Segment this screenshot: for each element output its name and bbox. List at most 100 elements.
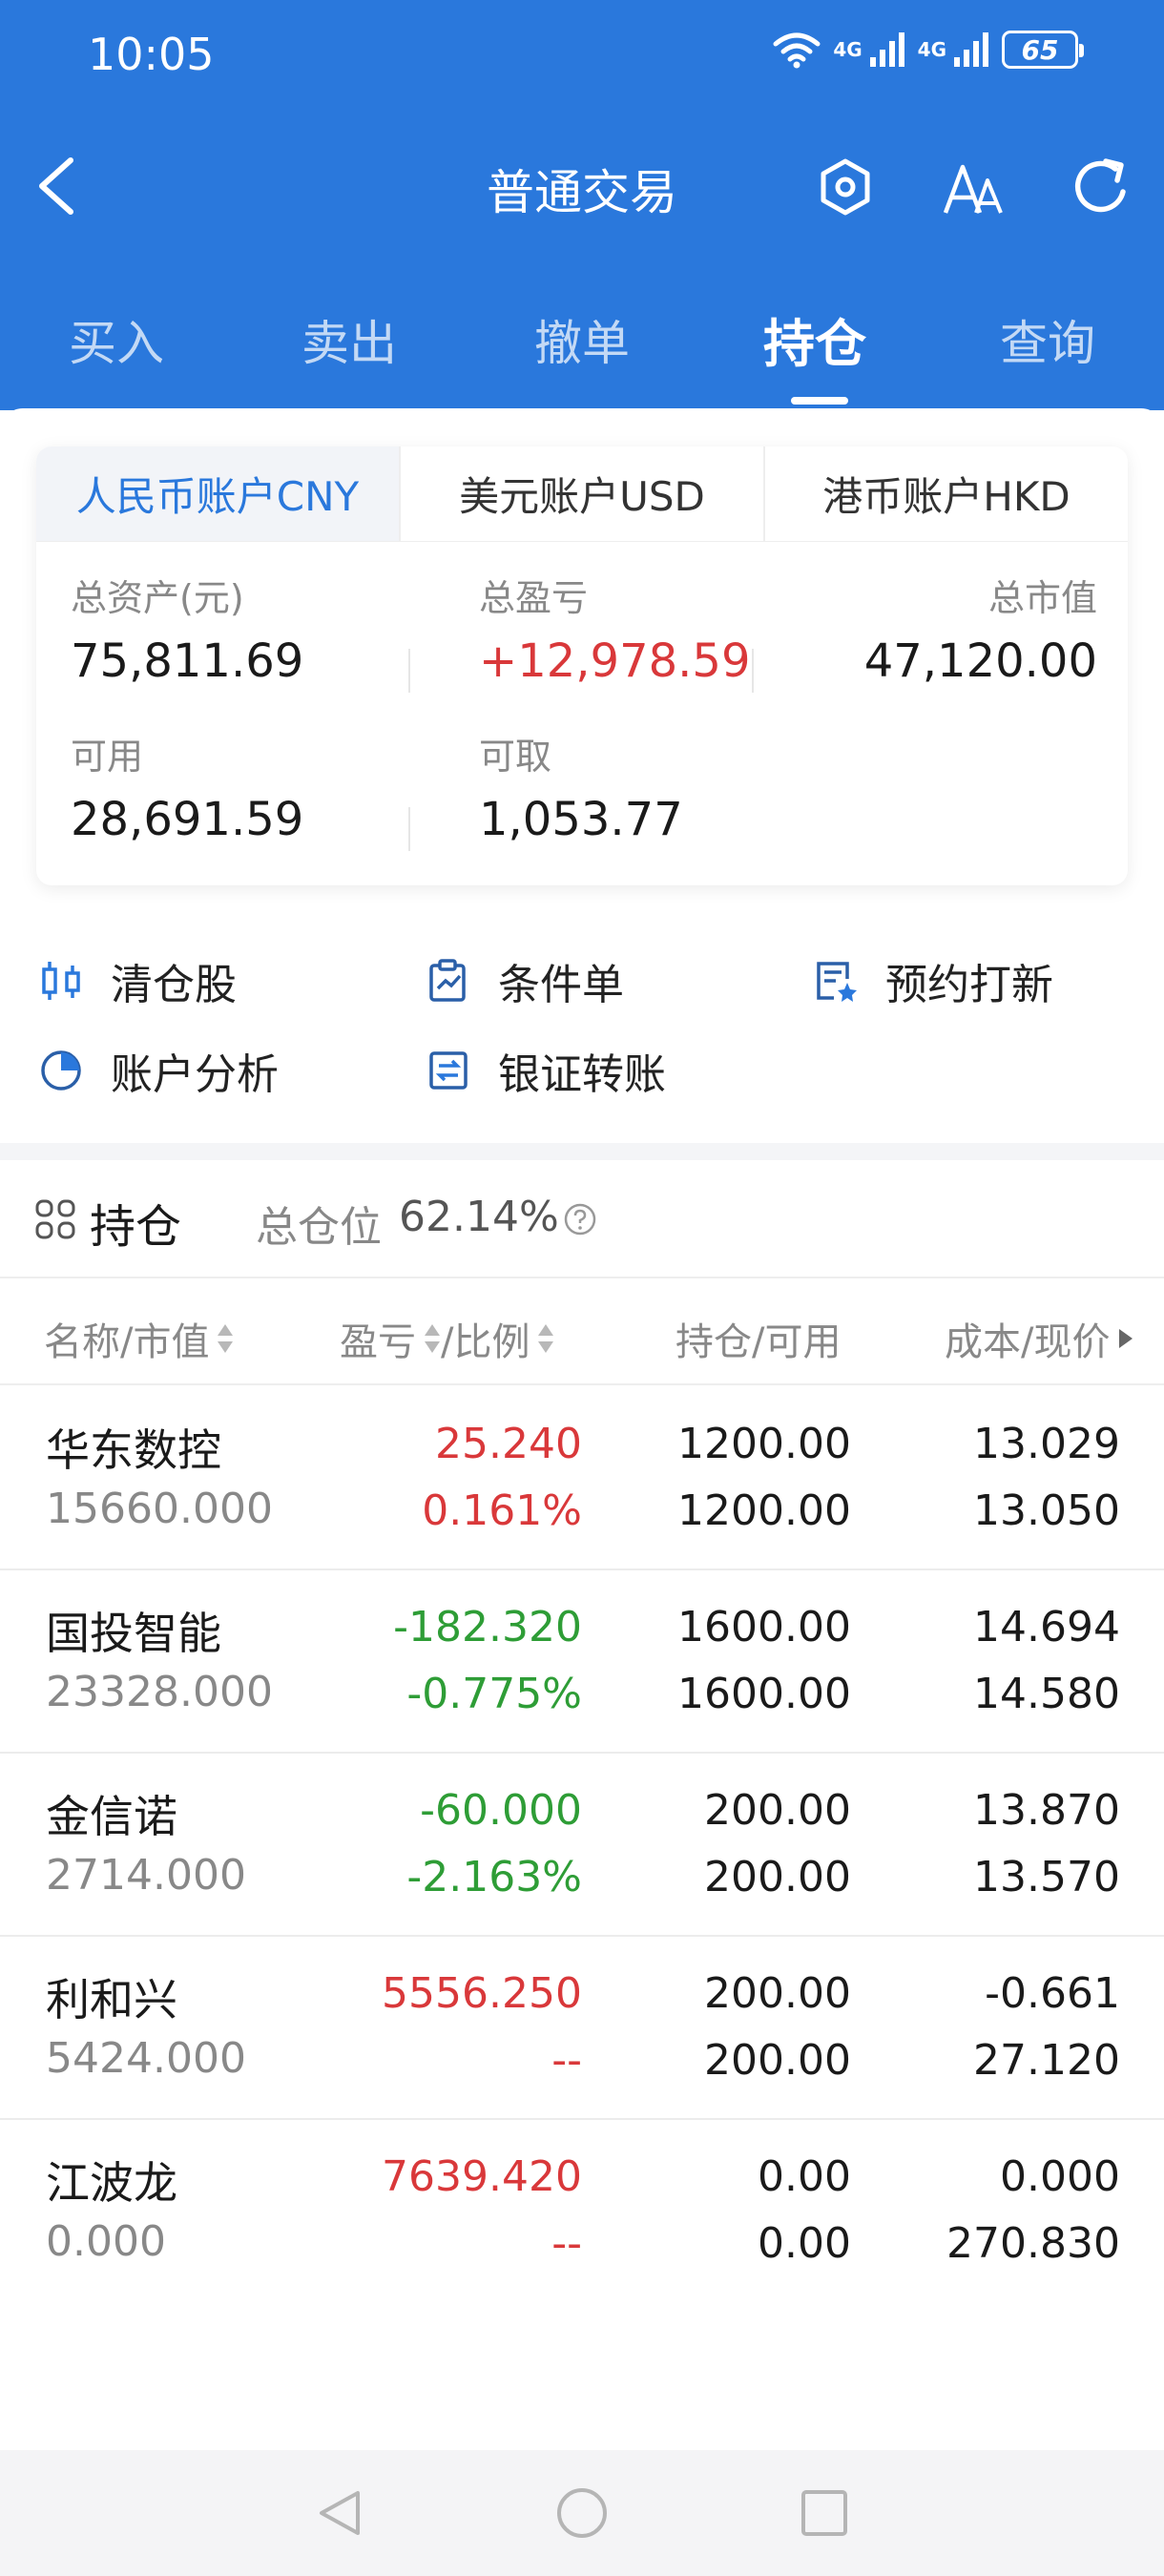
stock-pl: -182.320	[393, 1603, 582, 1652]
position-row[interactable]: 华东数控 15660.000 25.240 0.161% 1200.00 120…	[0, 1387, 1164, 1570]
withdrawable-value: 1,053.77	[479, 793, 683, 846]
stock-name: 江波龙	[46, 2157, 177, 2209]
settings-hexagon-icon	[821, 158, 870, 216]
stock-holding: 1200.00	[677, 1420, 851, 1468]
transfer-icon	[424, 1046, 473, 1095]
col-label: 持仓/可用	[676, 1320, 842, 1364]
position-row[interactable]: 金信诺 2714.000 -60.000 -2.163% 200.00 200.…	[0, 1754, 1164, 1937]
stock-pl: -60.000	[420, 1786, 582, 1835]
stock-name: 华东数控	[46, 1424, 221, 1476]
ipo-reserve-icon	[811, 956, 861, 1006]
battery-icon: 65	[1002, 31, 1084, 69]
account-tab-hkd[interactable]: 港币账户HKD	[763, 447, 1128, 541]
col-cost-price[interactable]: 成本/现价	[945, 1311, 1133, 1366]
account-card: 人民币账户CNY 美元账户USD 港币账户HKD 总资产(元) 75,811.6…	[36, 447, 1128, 885]
sort-icon	[424, 1322, 441, 1355]
col-name-mv[interactable]: 名称/市值	[44, 1311, 234, 1366]
col-label: 名称/市值	[44, 1320, 210, 1364]
stock-available: 1200.00	[677, 1486, 851, 1535]
app-header: 10:05 4G 4G 65 普通交易 买入 卖出 撤单 持仓 查询	[0, 0, 1164, 410]
stock-cost: 14.694	[973, 1603, 1120, 1652]
stock-pl: 7639.420	[382, 2152, 582, 2201]
stock-cost: 0.000	[1000, 2152, 1120, 2201]
divider	[752, 649, 754, 693]
scroll-right-icon	[1119, 1329, 1133, 1348]
positions-header: 持仓 总仓位 62.14%	[0, 1156, 1164, 1278]
total-assets-value: 75,811.69	[71, 634, 304, 688]
grid-icon	[34, 1198, 76, 1244]
tab-buy[interactable]: 买入	[0, 286, 233, 410]
total-assets: 总资产(元) 75,811.69	[71, 569, 303, 688]
stock-market-value: 15660.000	[46, 1485, 273, 1533]
refresh-icon	[1074, 158, 1126, 213]
col-pl-ratio[interactable]: 盈亏 /比例	[340, 1311, 554, 1366]
nav-recents-button[interactable]	[796, 2484, 853, 2542]
stock-market-value: 2714.000	[46, 1851, 246, 1900]
tab-cancel[interactable]: 撤单	[466, 286, 698, 410]
font-size-icon	[943, 164, 1003, 214]
stock-holding: 200.00	[704, 1969, 851, 2018]
settings-button[interactable]	[809, 151, 882, 223]
help-icon[interactable]	[563, 1202, 597, 1240]
shortcut-label: 预约打新	[885, 961, 1053, 1009]
stock-pl-ratio: --	[551, 2036, 582, 2085]
shortcut-bank-transfer[interactable]: 银证转账	[424, 1032, 666, 1109]
battery-level: 65	[1021, 33, 1059, 66]
tab-query[interactable]: 查询	[931, 286, 1164, 410]
position-row[interactable]: 国投智能 23328.000 -182.320 -0.775% 1600.00 …	[0, 1570, 1164, 1754]
available-value: 28,691.59	[71, 793, 304, 846]
available-label: 可用	[71, 736, 144, 778]
stock-price: 13.570	[973, 1853, 1120, 1901]
triangle-back-icon	[320, 2491, 360, 2535]
position-ratio-value: 62.14%	[399, 1193, 559, 1241]
stock-name: 国投智能	[46, 1608, 221, 1659]
divider	[408, 807, 410, 851]
signal-icon	[869, 32, 904, 67]
col-label: /比例	[441, 1320, 530, 1364]
tab-positions[interactable]: 持仓	[698, 286, 931, 410]
shortcut-clear-position[interactable]: 清仓股	[36, 943, 237, 1019]
conditional-order-icon	[424, 956, 473, 1006]
divider	[408, 649, 410, 693]
nav-home-button[interactable]	[553, 2484, 611, 2542]
stock-available: 1600.00	[677, 1670, 851, 1718]
position-ratio-label: 总仓位	[256, 1203, 382, 1252]
positions-title: 持仓	[90, 1200, 182, 1254]
stock-price: 14.580	[973, 1670, 1120, 1718]
stock-market-value: 5424.000	[46, 2034, 246, 2083]
status-time: 10:05	[88, 29, 215, 80]
positions-column-header: 名称/市值 盈亏 /比例 持仓/可用 成本/现价	[0, 1278, 1164, 1385]
shortcut-conditional-order[interactable]: 条件单	[424, 943, 624, 1019]
shortcut-ipo-reserve[interactable]: 预约打新	[811, 943, 1053, 1019]
trade-tabs: 买入 卖出 撤单 持仓 查询	[0, 286, 1164, 410]
stock-name: 利和兴	[46, 1974, 177, 2025]
stock-available: 200.00	[704, 2036, 851, 2085]
shortcut-grid: 清仓股 条件单 预约打新 账户分析 银证转账	[36, 943, 1128, 1133]
position-row[interactable]: 利和兴 5424.000 5556.250 -- 200.00 200.00 -…	[0, 1937, 1164, 2120]
stock-cost: 13.870	[973, 1786, 1120, 1835]
shortcut-label: 条件单	[498, 961, 624, 1009]
square-recents-icon	[801, 2490, 847, 2536]
stock-price: 27.120	[973, 2036, 1120, 2085]
wifi-icon	[773, 32, 821, 69]
account-tab-usd[interactable]: 美元账户USD	[399, 447, 763, 541]
account-tab-cny[interactable]: 人民币账户CNY	[36, 447, 399, 541]
signal-icon	[954, 32, 988, 67]
position-row[interactable]: 江波龙 0.000 7639.420 -- 0.00 0.00 0.000 27…	[0, 2120, 1164, 2303]
stock-market-value: 23328.000	[46, 1668, 273, 1716]
market-value: 总市值 47,120.00	[864, 569, 1097, 688]
tab-sell[interactable]: 卖出	[233, 286, 466, 410]
positions-list: 华东数控 15660.000 25.240 0.161% 1200.00 120…	[0, 1387, 1164, 2303]
nav-back-button[interactable]	[311, 2484, 368, 2542]
stock-pl-ratio: -0.775%	[406, 1670, 582, 1718]
refresh-button[interactable]	[1065, 151, 1137, 223]
nav-bar: 普通交易	[0, 124, 1164, 248]
status-bar: 10:05 4G 4G 65	[0, 0, 1164, 114]
market-value-value: 47,120.00	[863, 634, 1097, 688]
font-size-button[interactable]	[937, 151, 1009, 223]
network-type-2: 4G	[917, 38, 946, 61]
total-pl-value: +12,978.59	[479, 634, 751, 688]
withdrawable-funds: 可取 1,053.77	[479, 727, 683, 846]
stock-price: 13.050	[973, 1486, 1120, 1535]
shortcut-account-analysis[interactable]: 账户分析	[36, 1032, 279, 1109]
